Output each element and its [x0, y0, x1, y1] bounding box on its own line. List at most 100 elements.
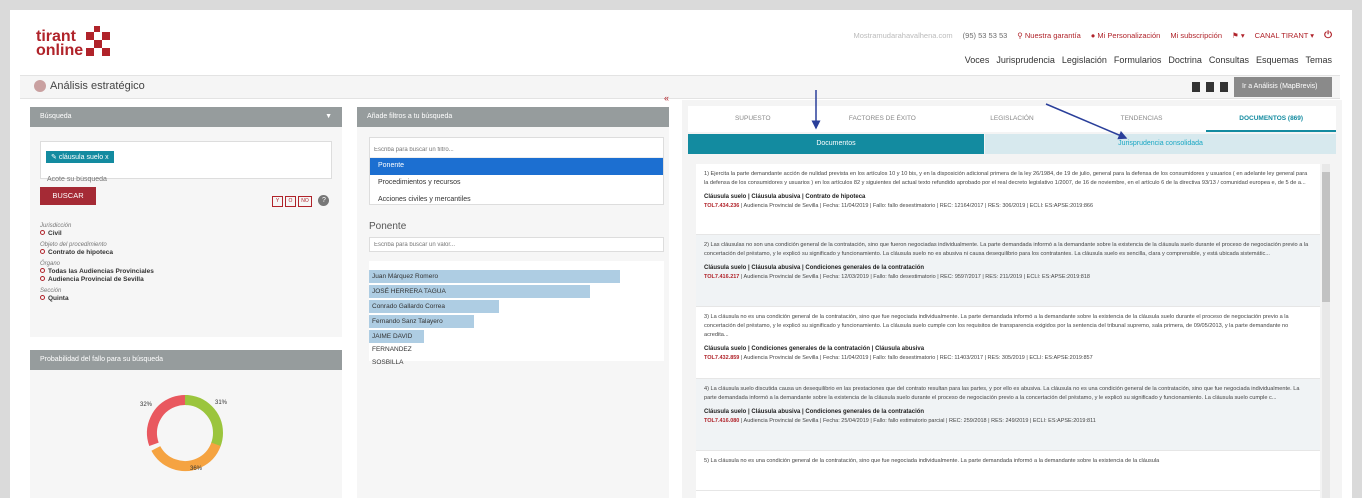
nav-voces[interactable]: Voces: [965, 55, 990, 65]
document-item[interactable]: 4) La cláusula suelo discutida causa un …: [696, 379, 1320, 451]
subtab-documentos[interactable]: Documentos: [688, 134, 984, 154]
subheader-bar: [20, 75, 1340, 99]
search-panel-header[interactable]: Búsqueda ▼: [30, 107, 342, 127]
document-summary: 5) La cláusula no es una condición gener…: [704, 458, 1160, 464]
remove-icon[interactable]: [40, 276, 45, 281]
nav-temas[interactable]: Temas: [1305, 55, 1332, 65]
page-title: Análisis estratégico: [34, 80, 145, 93]
filter-list: Ponente Procedimientos y recursos Accion…: [369, 137, 664, 205]
ponente-search-input[interactable]: [369, 237, 664, 252]
document-summary: 2) Las cláusulas no son una condición ge…: [704, 242, 1309, 257]
operator-y[interactable]: Y: [272, 196, 283, 207]
document-item[interactable]: 3) La cláusula no es una condición gener…: [696, 307, 1320, 379]
document-ref: TOL7.432.859 | Audiencia Provincial de S…: [704, 354, 1312, 363]
operator-no[interactable]: NO: [298, 196, 312, 207]
search-header-label: Búsqueda: [40, 113, 72, 120]
probability-panel: Probabilidad del fallo para su búsqueda …: [30, 350, 342, 498]
ponente-bar[interactable]: JAIME DAVID FERNANDEZ SOSBILLA: [369, 330, 425, 366]
nav-consultas[interactable]: Consultas: [1209, 55, 1249, 65]
collapse-icon[interactable]: «: [664, 93, 669, 103]
folder-icon[interactable]: [1206, 82, 1214, 92]
document-summary: 3) La cláusula no es una condición gener…: [704, 314, 1289, 338]
facet-value[interactable]: Todas las Audiencias Provinciales: [40, 268, 154, 276]
search-tag-label: cláusula suelo: [58, 154, 104, 161]
personalization-label: Mi Personalización: [1097, 31, 1161, 40]
search-tag[interactable]: ✎ cláusula suelo x: [46, 151, 114, 163]
document-ref-meta: | Audiencia Provincial de Sevilla | Fech…: [740, 418, 1096, 424]
document-ref-meta: | Audiencia Provincial de Sevilla | Fech…: [740, 203, 1094, 209]
facet-value[interactable]: Civil: [40, 230, 154, 238]
nav-formularios[interactable]: Formularios: [1114, 55, 1162, 65]
help-icon[interactable]: ?: [318, 195, 330, 206]
remove-icon[interactable]: [40, 295, 45, 300]
document-item[interactable]: 1) Ejercita la parte demandante acción d…: [696, 164, 1320, 235]
guarantee-link[interactable]: ⚲ Nuestra garantía: [1017, 31, 1080, 40]
ponente-name: Fernando Sanz Talayero: [372, 318, 443, 325]
pct-label: 36%: [190, 466, 203, 472]
tab-factores[interactable]: FACTORES DE ÉXITO: [818, 106, 948, 132]
ponente-bar[interactable]: Conrado Gallardo Correa: [369, 300, 500, 313]
scrollbar-thumb[interactable]: [1322, 172, 1330, 302]
tirant-logo[interactable]: tirant online: [36, 26, 136, 72]
filter-item-procedimientos[interactable]: Procedimientos y recursos: [370, 175, 663, 192]
document-title[interactable]: Cláusula suelo | Cláusula abusiva | Cont…: [704, 193, 1312, 202]
document-ref-id[interactable]: TOL7.432.859: [704, 355, 739, 361]
facet-value[interactable]: Quinta: [40, 295, 154, 303]
document-item[interactable]: 5) La cláusula no es una condición gener…: [696, 451, 1320, 491]
document-item[interactable]: 2) Las cláusulas no son una condición ge…: [696, 235, 1320, 307]
document-title[interactable]: Cláusula suelo | Cláusula abusiva | Cond…: [704, 264, 1312, 273]
tab-legislacion[interactable]: LEGISLACIÓN: [947, 106, 1077, 132]
tab-supuesto[interactable]: SUPUESTO: [688, 106, 818, 132]
email-link[interactable]: Mostramudarahavalhena.com: [853, 31, 952, 40]
document-ref-id[interactable]: TOL7.416.217: [704, 274, 739, 280]
scrollbar[interactable]: [1322, 164, 1330, 498]
ponente-bar[interactable]: Juan Márquez Romero: [369, 270, 620, 283]
ponente-title: Ponente: [369, 221, 407, 232]
flag-icon[interactable]: ⚑ ▾: [1232, 31, 1245, 40]
channel-menu[interactable]: CANAL TIRANT ▾: [1255, 31, 1314, 40]
page-title-text: Análisis estratégico: [50, 80, 145, 92]
operator-o[interactable]: O: [285, 196, 296, 207]
print-icon[interactable]: [1192, 82, 1200, 92]
search-box: ✎ cláusula suelo x: [40, 141, 332, 183]
power-icon[interactable]: ⏻: [1324, 30, 1332, 41]
document-ref-id[interactable]: TOL7.416.080: [704, 418, 739, 424]
document-title[interactable]: Cláusula suelo | Cláusula abusiva | Cond…: [704, 408, 1312, 417]
document-title[interactable]: Cláusula suelo | Condiciones generales d…: [704, 345, 1312, 354]
mapbrevis-button[interactable]: Ir a Análisis (MapBrevis): [1234, 77, 1332, 97]
search-button[interactable]: BUSCAR: [40, 187, 96, 205]
facet-value[interactable]: Audiencia Provincial de Sevilla: [40, 276, 154, 284]
save-icon[interactable]: [1220, 82, 1228, 92]
nav-esquemas[interactable]: Esquemas: [1256, 55, 1299, 65]
channel-label: CANAL TIRANT: [1254, 31, 1309, 40]
chevron-down-icon[interactable]: ▼: [325, 107, 332, 127]
facet-value[interactable]: Contrato de hipoteca: [40, 249, 154, 257]
toolbar: Ir a Análisis (MapBrevis): [1192, 77, 1332, 97]
facet-label: Objeto del procedimiento: [40, 242, 107, 248]
nav-legislacion[interactable]: Legislación: [1062, 55, 1107, 65]
filter-item-ponente[interactable]: Ponente: [370, 157, 663, 175]
filter-search-input[interactable]: [370, 143, 663, 158]
nav-doctrina[interactable]: Doctrina: [1168, 55, 1202, 65]
document-list: 1) Ejercita la parte demandante acción d…: [696, 164, 1320, 498]
search-input[interactable]: [47, 176, 247, 183]
tab-tendencias[interactable]: TENDENCIAS: [1077, 106, 1207, 132]
subtab-jurisprudencia[interactable]: Jurisprudencia consolidada: [985, 134, 1336, 154]
document-ref-id[interactable]: TOL7.434.236: [704, 203, 739, 209]
facet-label: Órgano: [40, 261, 61, 267]
remove-icon[interactable]: [40, 230, 45, 235]
ponente-bar[interactable]: JOSÉ HERRERA TAGUA: [369, 285, 590, 298]
personalization-link[interactable]: ● Mi Personalización: [1091, 31, 1161, 40]
document-ref: TOL7.416.217 | Audiencia Provincial de S…: [704, 273, 1312, 282]
subscription-link[interactable]: Mi subscripción: [1170, 31, 1222, 40]
tab-documentos[interactable]: DOCUMENTOS (869): [1206, 106, 1336, 132]
ponente-name: JOSÉ HERRERA TAGUA: [372, 288, 446, 295]
tag-close-icon[interactable]: x: [105, 154, 109, 161]
remove-icon[interactable]: [40, 249, 45, 254]
filter-item-acciones[interactable]: Acciones civiles y mercantiles: [370, 192, 663, 209]
remove-icon[interactable]: [40, 268, 45, 273]
analysis-icon: [34, 80, 46, 93]
probability-panel-header: Probabilidad del fallo para su búsqueda: [30, 350, 342, 370]
nav-jurisprudencia[interactable]: Jurisprudencia: [996, 55, 1055, 65]
ponente-bar[interactable]: Fernando Sanz Talayero: [369, 315, 475, 328]
